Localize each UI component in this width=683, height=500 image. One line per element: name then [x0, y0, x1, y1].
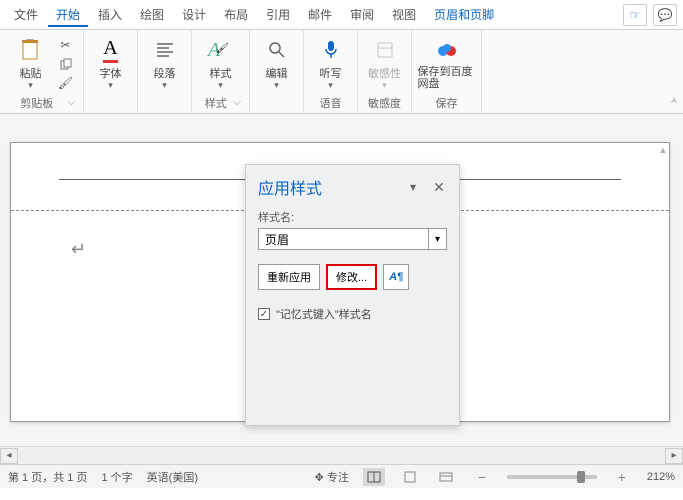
tab-view[interactable]: 视图 — [384, 2, 424, 27]
view-web-button[interactable] — [435, 468, 457, 486]
styles-dialog-button[interactable]: A¶ — [383, 264, 409, 290]
paragraph-mark: ↵ — [71, 239, 86, 260]
tab-layout[interactable]: 布局 — [216, 2, 256, 27]
voice-group-label: 语音 — [310, 94, 351, 111]
document-area: ↵ ▲ 应用样式 ▾ ✕ 样式名: ▾ 重新应用 修改... A¶ ✓ "记忆式… — [0, 114, 683, 446]
tab-insert[interactable]: 插入 — [90, 2, 130, 27]
sensitivity-icon — [372, 37, 398, 63]
dictate-button[interactable]: 听写 ▾ — [310, 37, 352, 91]
tab-header-footer[interactable]: 页眉和页脚 — [426, 2, 502, 27]
zoom-in-button[interactable]: + — [611, 468, 633, 486]
ribbon: 粘贴 ▾ ✂ 🖌 剪贴板⌵ A 字体 ▾ 段落 ▾ — [0, 30, 683, 114]
horizontal-scrollbar[interactable]: ◂ ▸ — [0, 446, 683, 464]
share-button[interactable]: ☞ — [623, 4, 647, 26]
style-name-label: 样式名: — [258, 209, 447, 225]
comments-button[interactable]: 💬 — [653, 4, 677, 26]
format-painter-icon[interactable]: 🖌 — [58, 75, 74, 91]
zoom-out-button[interactable]: − — [471, 468, 493, 486]
cloud-icon — [434, 38, 460, 64]
paragraph-button[interactable]: 段落 ▾ — [144, 37, 186, 91]
apply-styles-pane: 应用样式 ▾ ✕ 样式名: ▾ 重新应用 修改... A¶ ✓ "记忆式键入"样… — [245, 164, 460, 426]
pane-menu-button[interactable]: ▾ — [405, 180, 421, 194]
clipboard-group-label: 剪贴板 — [6, 94, 67, 111]
modify-button[interactable]: 修改... — [326, 264, 377, 290]
styles-icon: A🖌 — [208, 37, 234, 63]
tab-design[interactable]: 设计 — [174, 2, 214, 27]
view-print-button[interactable] — [399, 468, 421, 486]
pane-close-button[interactable]: ✕ — [431, 179, 447, 196]
copy-icon[interactable] — [58, 56, 74, 72]
styles-group-label: 样式 — [198, 94, 233, 111]
word-count[interactable]: 1 个字 — [101, 469, 132, 485]
microphone-icon — [318, 37, 344, 63]
style-name-combo[interactable]: ▾ — [258, 228, 447, 250]
autocomplete-checkbox[interactable]: ✓ — [258, 308, 270, 320]
comment-icon: 💬 — [658, 8, 673, 22]
tab-draw[interactable]: 绘图 — [132, 2, 172, 27]
style-name-input[interactable] — [259, 229, 428, 249]
save-group-label: 保存 — [418, 94, 475, 111]
tab-review[interactable]: 审阅 — [342, 2, 382, 27]
status-bar: 第 1 页，共 1 页 1 个字 英语(美国) ✥ 专注 − + 212% — [0, 464, 683, 488]
paragraph-icon — [152, 37, 178, 63]
tab-file[interactable]: 文件 — [6, 2, 46, 27]
clipboard-icon — [18, 37, 44, 63]
tab-references[interactable]: 引用 — [258, 2, 298, 27]
tab-mail[interactable]: 邮件 — [300, 2, 340, 27]
hscroll-left[interactable]: ◂ — [0, 448, 18, 464]
language-indicator[interactable]: 英语(美国) — [147, 469, 198, 485]
page-indicator[interactable]: 第 1 页，共 1 页 — [8, 469, 87, 485]
ribbon-collapse-button[interactable]: ㅅ — [665, 30, 683, 113]
baidu-save-button[interactable]: 保存到百度网盘 — [418, 38, 476, 90]
focus-mode-button[interactable]: ✥ 专注 — [315, 469, 349, 485]
tab-home[interactable]: 开始 — [48, 2, 88, 27]
font-icon: A — [98, 37, 124, 63]
edit-button[interactable]: 编辑 ▾ — [256, 37, 298, 91]
hscroll-right[interactable]: ▸ — [665, 448, 683, 464]
vertical-scrollbar[interactable]: ▲ — [657, 143, 669, 421]
styles-launcher[interactable]: ⌵ — [233, 97, 243, 108]
sensitivity-group-label: 敏感度 — [364, 94, 405, 111]
search-icon — [264, 37, 290, 63]
sensitivity-button[interactable]: 敏感性 ▾ — [364, 37, 406, 91]
focus-icon: ✥ — [315, 472, 324, 484]
share-icon: ☞ — [630, 8, 641, 22]
pane-title: 应用样式 — [258, 175, 405, 199]
combo-dropdown-button[interactable]: ▾ — [428, 229, 446, 249]
paste-button[interactable]: 粘贴 ▾ — [10, 37, 52, 91]
autocomplete-label: "记忆式键入"样式名 — [276, 306, 372, 322]
zoom-level[interactable]: 212% — [647, 471, 675, 483]
zoom-slider[interactable] — [507, 475, 597, 479]
reapply-button[interactable]: 重新应用 — [258, 264, 320, 290]
clipboard-launcher[interactable]: ⌵ — [67, 97, 77, 108]
styles-button[interactable]: A🖌 样式 ▾ — [200, 37, 242, 91]
font-button[interactable]: A 字体 ▾ — [90, 37, 132, 91]
tab-bar: 文件 开始 插入 绘图 设计 布局 引用 邮件 审阅 视图 页眉和页脚 ☞ 💬 — [0, 0, 683, 30]
view-read-button[interactable] — [363, 468, 385, 486]
style-aa-icon: A¶ — [389, 271, 403, 283]
cut-icon[interactable]: ✂ — [58, 37, 74, 53]
